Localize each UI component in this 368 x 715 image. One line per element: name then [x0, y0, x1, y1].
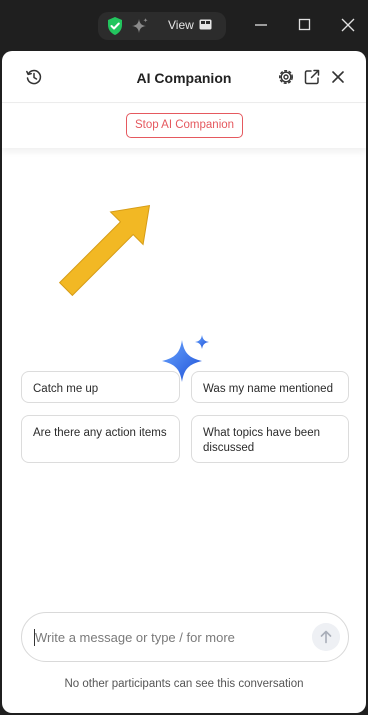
ai-companion-panel: AI Companion Stop AI Companion Catch me …: [2, 51, 366, 713]
suggestion-chip[interactable]: Are there any action items: [21, 415, 180, 463]
message-composer: [21, 612, 349, 662]
minimize-icon[interactable]: [246, 10, 276, 40]
close-icon[interactable]: [328, 67, 348, 87]
suggestion-chip[interactable]: What topics have been discussed: [191, 415, 349, 463]
message-input[interactable]: [35, 627, 305, 647]
gear-icon[interactable]: [276, 67, 296, 87]
stop-ai-companion-button[interactable]: Stop AI Companion: [126, 113, 243, 138]
window-titlebar: View: [0, 0, 368, 50]
close-window-icon[interactable]: [333, 10, 363, 40]
privacy-note: No other participants can see this conve…: [64, 678, 304, 690]
send-arrow-icon[interactable]: [312, 623, 340, 651]
view-button[interactable]: View: [168, 18, 194, 32]
panel-header: AI Companion: [2, 51, 366, 103]
view-grid-icon[interactable]: [199, 19, 212, 30]
suggestion-chip[interactable]: Catch me up: [21, 371, 180, 403]
maximize-icon[interactable]: [290, 10, 320, 40]
stop-ai-bar: Stop AI Companion: [2, 104, 366, 148]
shield-check-icon[interactable]: [106, 16, 124, 36]
sparkle-icon[interactable]: [131, 17, 149, 35]
popout-icon[interactable]: [302, 67, 322, 87]
suggestion-chip[interactable]: Was my name mentioned: [191, 371, 349, 403]
annotation-arrow-icon: [58, 204, 151, 297]
